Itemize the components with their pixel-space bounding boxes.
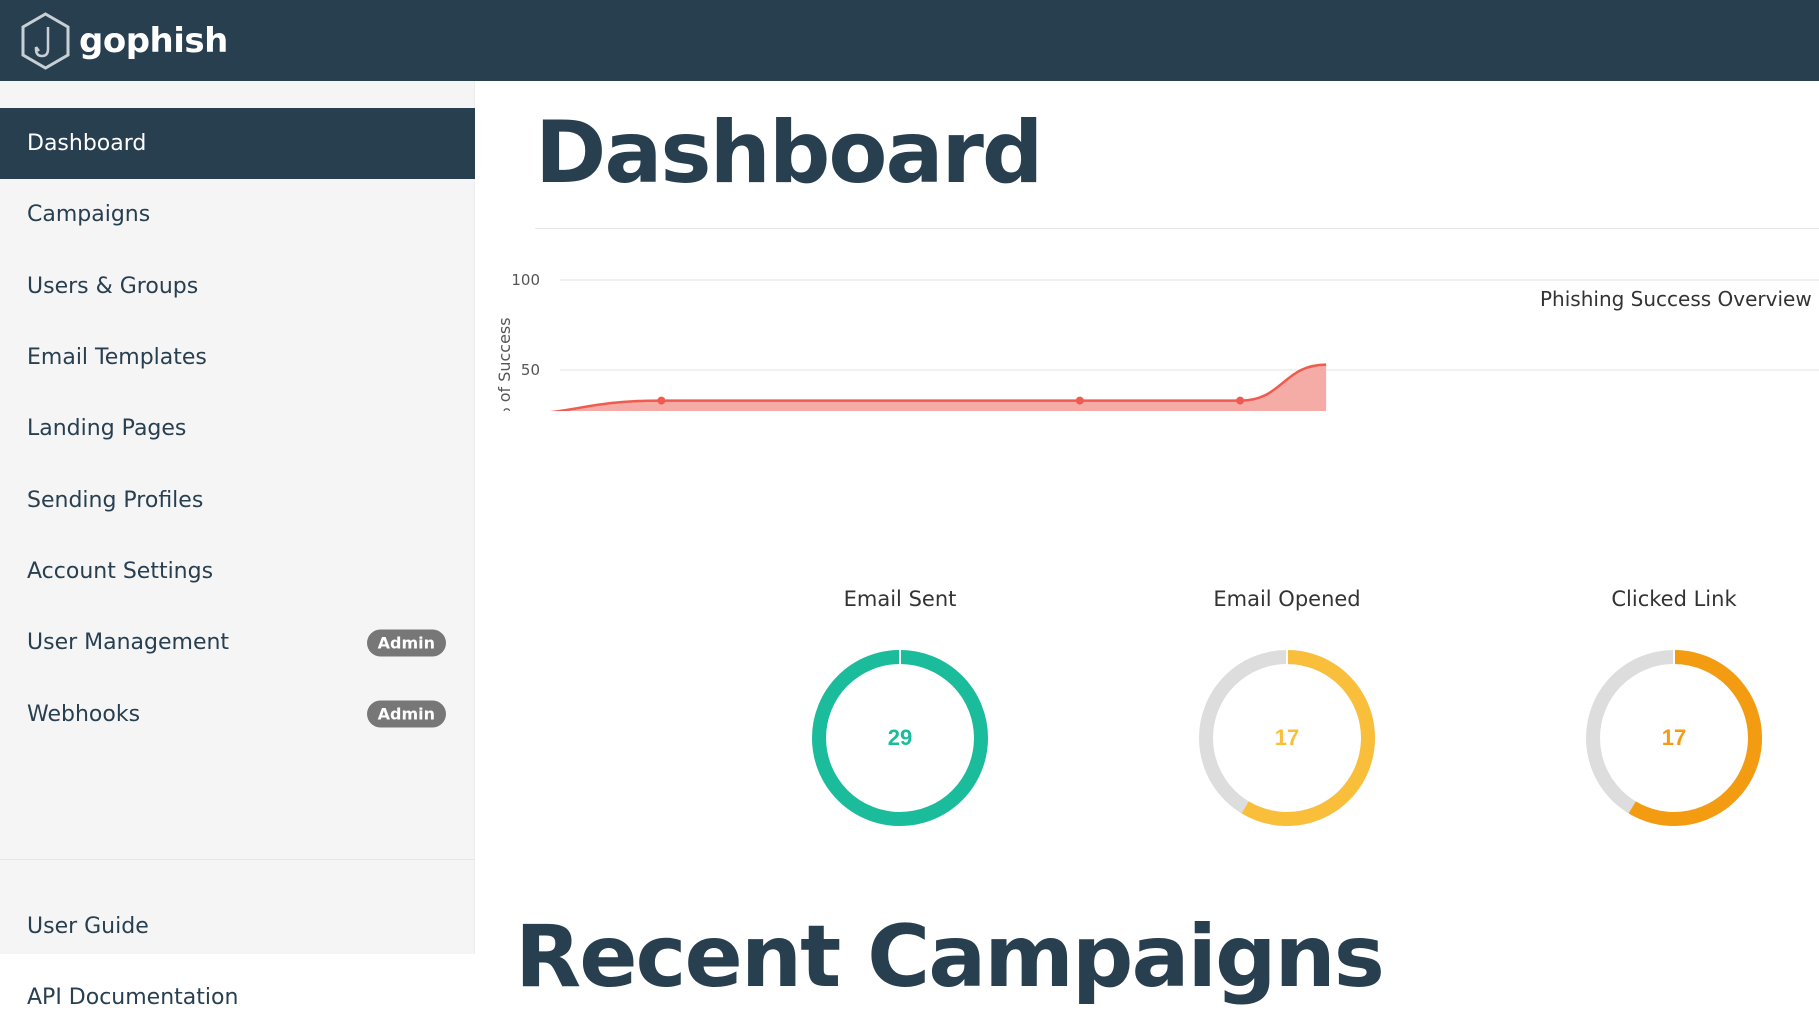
sidebar-item-user-guide[interactable]: User Guide — [0, 891, 475, 962]
email-opened-label: Email Opened — [1213, 587, 1361, 611]
sidebar-item-label: Users & Groups — [27, 273, 199, 299]
clicked-link-arc — [1628, 650, 1762, 826]
sidebar-item-dashboard[interactable]: Dashboard — [0, 108, 475, 180]
email-sent-label: Email Sent — [843, 587, 957, 611]
sidebar-item-users-groups[interactable]: Users & Groups — [0, 251, 475, 322]
clicked-link-label: Clicked Link — [1611, 587, 1737, 611]
email-opened-arc — [1241, 650, 1375, 826]
sidebar-item-label: API Documentation — [27, 985, 239, 1011]
sidebar-item-email-templates[interactable]: Email Templates — [0, 322, 475, 393]
sidebar-divider — [0, 859, 475, 860]
sidebar-item-label: Webhooks — [27, 701, 141, 727]
admin-badge: Admin — [366, 700, 446, 728]
sidebar-nav: Dashboard Campaigns Users & Groups Email… — [0, 108, 475, 750]
sidebar-item-label: Sending Profiles — [27, 487, 204, 513]
hook-hexagon-icon — [21, 12, 70, 70]
admin-badge: Admin — [366, 629, 446, 657]
sidebar-item-label: Landing Pages — [27, 416, 187, 442]
data-point — [657, 396, 666, 405]
sidebar-item-sending-profiles[interactable]: Sending Profiles — [0, 464, 475, 535]
data-point — [1236, 396, 1245, 405]
top-navbar: gophish — [0, 0, 1819, 81]
sidebar-item-webhooks[interactable]: Webhooks Admin — [0, 678, 475, 749]
email-opened-count: 17 — [1274, 725, 1300, 750]
main-content: Dashboard Phishing Success Overview 0501… — [475, 81, 1819, 1007]
sidebar-footer-nav: User Guide API Documentation — [0, 891, 475, 1034]
phishing-success-chart: 05010010:2410:2610:2810:3010:3210:3410:3… — [495, 271, 1819, 411]
sidebar-item-label: Email Templates — [27, 345, 207, 371]
y-tick-label: 100 — [511, 271, 540, 289]
email-sent-count: 29 — [887, 725, 913, 750]
sidebar-item-landing-pages[interactable]: Landing Pages — [0, 393, 475, 464]
sidebar-item-label: User Guide — [27, 914, 149, 940]
y-axis-label: % of Success — [495, 317, 514, 411]
sidebar-item-label: Account Settings — [27, 558, 214, 584]
sidebar-item-label: User Management — [27, 630, 230, 656]
sidebar-item-api-documentation[interactable]: API Documentation — [0, 962, 475, 1033]
brand-logo[interactable]: gophish — [18, 7, 228, 75]
recent-campaigns-title: Recent Campaigns — [515, 907, 1385, 1007]
sidebar: Dashboard Campaigns Users & Groups Email… — [0, 81, 475, 1010]
sidebar-item-user-management[interactable]: User Management Admin — [0, 607, 475, 678]
brand-name: gophish — [79, 21, 228, 61]
data-point — [1075, 396, 1084, 405]
sidebar-item-label: Dashboard — [27, 131, 147, 157]
sidebar-item-label: Campaigns — [27, 202, 151, 228]
sidebar-item-campaigns[interactable]: Campaigns — [0, 179, 475, 250]
y-tick-label: 50 — [521, 361, 540, 379]
sidebar-item-account-settings[interactable]: Account Settings — [0, 536, 475, 607]
clicked-link-count: 17 — [1661, 725, 1687, 750]
